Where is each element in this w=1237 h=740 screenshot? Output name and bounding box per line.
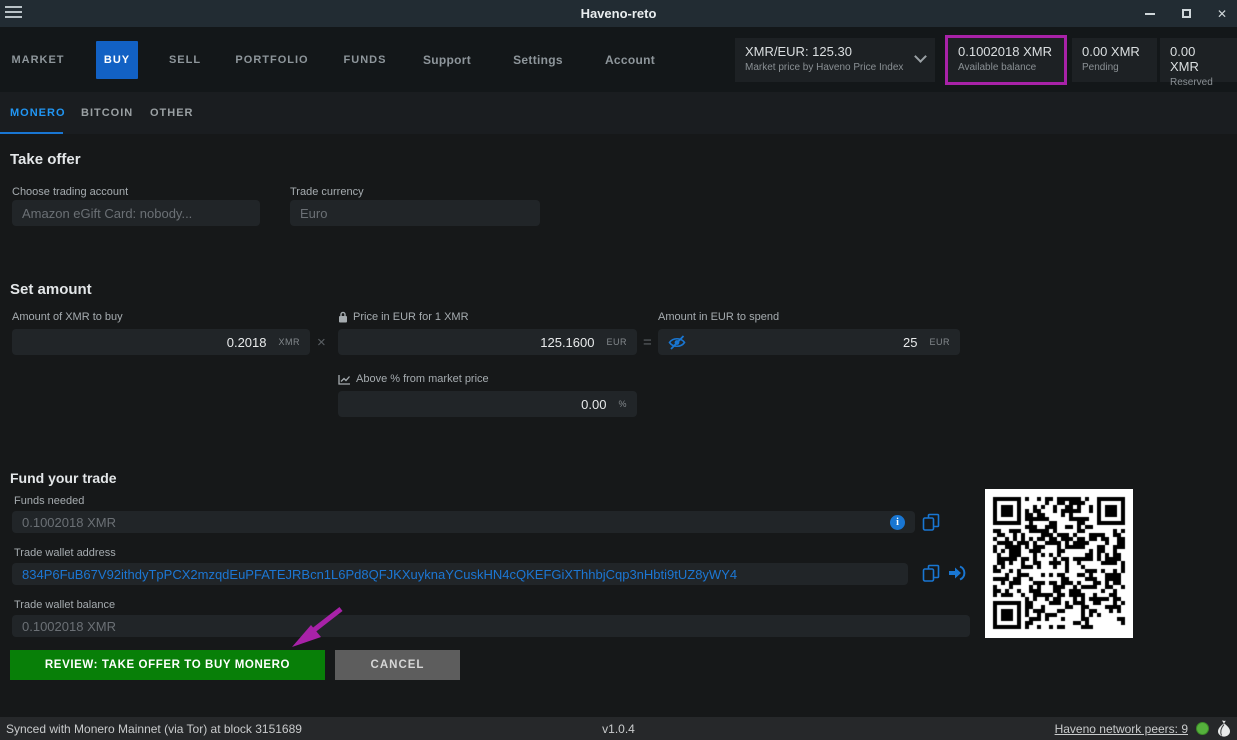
market-price-pair: XMR/EUR: 125.30 <box>745 44 925 59</box>
reserved-balance-box: 0.00 XMR Reserved <box>1160 38 1237 82</box>
spend-label: Amount in EUR to spend <box>658 311 779 323</box>
minimize-icon <box>1145 13 1155 15</box>
trade-currency-select[interactable]: Euro <box>290 200 540 226</box>
trading-account-select[interactable]: Amazon eGift Card: nobody... <box>12 200 260 226</box>
price-value: 125.1600 <box>540 335 594 350</box>
peer-status-icon <box>1196 722 1209 735</box>
onion-icon <box>1217 720 1231 737</box>
tab-monero[interactable]: MONERO <box>10 92 66 134</box>
annotation-arrow-icon <box>284 602 348 654</box>
active-tab-underline <box>0 132 63 134</box>
reserved-balance-value: 0.00 XMR <box>1170 44 1227 74</box>
deviation-label: Above % from market price <box>338 373 489 385</box>
title-bar: Haveno-reto ✕ <box>0 0 1237 27</box>
app-version: v1.0.4 <box>0 722 1237 736</box>
available-balance-highlight: 0.1002018 XMR Available balance <box>945 35 1067 85</box>
wallet-address-field: 834P6FuB67V92ithdyTpPCX2mzqdEuPFATEJRBcn… <box>12 563 908 585</box>
spend-input[interactable]: 25 EUR <box>658 329 960 355</box>
nav-item-account[interactable]: Account <box>603 27 657 92</box>
network-status-group: Haveno network peers: 9 <box>1055 720 1231 737</box>
wallet-balance-field: 0.1002018 XMR <box>12 615 970 637</box>
window-title: Haveno-reto <box>0 0 1237 27</box>
qr-code <box>985 489 1133 638</box>
window-controls: ✕ <box>1143 0 1229 27</box>
funds-needed-field: 0.1002018 XMR i <box>12 511 915 533</box>
set-amount-heading: Set amount <box>10 281 92 298</box>
status-bar: Synced with Monero Mainnet (via Tor) at … <box>0 717 1237 740</box>
wallet-balance-value: 0.1002018 XMR <box>22 619 116 634</box>
cancel-button[interactable]: CANCEL <box>335 650 460 680</box>
nav-item-support[interactable]: Support <box>420 27 474 92</box>
lock-icon <box>338 311 348 323</box>
nav-item-settings[interactable]: Settings <box>510 27 566 92</box>
pending-balance-label: Pending <box>1082 62 1147 73</box>
nav-item-funds[interactable]: FUNDS <box>340 27 390 92</box>
funds-needed-value: 0.1002018 XMR <box>22 515 116 530</box>
wallet-balance-label: Trade wallet balance <box>14 599 115 611</box>
market-price-source: Market price by Haveno Price Index <box>745 62 925 73</box>
deviation-suffix: % <box>618 399 627 409</box>
available-balance-value: 0.1002018 XMR <box>958 44 1054 59</box>
info-icon[interactable]: i <box>890 515 905 530</box>
trade-currency-value: Euro <box>300 206 327 221</box>
amount-input[interactable]: 0.2018 XMR <box>12 329 310 355</box>
amount-value: 0.2018 <box>227 335 267 350</box>
deviation-value: 0.00 <box>581 397 606 412</box>
deviation-input[interactable]: 0.00 % <box>338 391 637 417</box>
currency-tabs: MONERO BITCOIN OTHER <box>0 92 1237 134</box>
maximize-icon <box>1182 9 1191 18</box>
close-button[interactable]: ✕ <box>1215 7 1229 21</box>
nav-item-buy[interactable]: BUY <box>96 41 138 79</box>
funds-needed-label: Funds needed <box>14 495 84 507</box>
equals-operator: = <box>643 334 652 351</box>
trend-icon <box>338 374 351 385</box>
trading-account-label: Choose trading account <box>12 186 128 198</box>
spend-suffix: EUR <box>929 337 950 347</box>
wallet-address-label: Trade wallet address <box>14 547 116 559</box>
available-balance-box: 0.1002018 XMR Available balance <box>948 38 1064 82</box>
amount-label: Amount of XMR to buy <box>12 311 123 323</box>
maximize-button[interactable] <box>1179 7 1193 21</box>
tab-bitcoin[interactable]: BITCOIN <box>81 92 133 134</box>
fund-trade-heading: Fund your trade <box>10 470 117 486</box>
available-balance-label: Available balance <box>958 62 1054 73</box>
wallet-address-value: 834P6FuB67V92ithdyTpPCX2mzqdEuPFATEJRBcn… <box>22 567 737 582</box>
price-input[interactable]: 125.1600 EUR <box>338 329 637 355</box>
eye-slash-icon[interactable] <box>668 335 687 350</box>
nav-item-portfolio[interactable]: PORTFOLIO <box>239 27 305 92</box>
copy-funds-icon[interactable] <box>922 513 941 532</box>
spend-value: 25 <box>903 335 917 350</box>
pending-balance-box: 0.00 XMR Pending <box>1072 38 1157 82</box>
multiply-operator: × <box>317 334 326 351</box>
pending-balance-value: 0.00 XMR <box>1082 44 1147 59</box>
deposit-icon[interactable] <box>948 565 966 581</box>
review-take-offer-button[interactable]: REVIEW: TAKE OFFER TO BUY MONERO <box>10 650 325 680</box>
main-nav: MARKET BUY SELL PORTFOLIO FUNDS Support … <box>0 27 1237 92</box>
trade-currency-label: Trade currency <box>290 186 364 198</box>
haveno-app-window: Haveno-reto ✕ MARKET BUY SELL PORTFOLIO … <box>0 0 1237 740</box>
amount-suffix: XMR <box>279 337 301 347</box>
network-peers-link[interactable]: Haveno network peers: 9 <box>1055 722 1188 736</box>
price-suffix: EUR <box>606 337 627 347</box>
minimize-button[interactable] <box>1143 7 1157 21</box>
market-price-selector[interactable]: XMR/EUR: 125.30 Market price by Haveno P… <box>735 38 935 82</box>
trading-account-value: Amazon eGift Card: nobody... <box>22 206 192 221</box>
nav-item-market[interactable]: MARKET <box>10 27 66 92</box>
copy-address-icon[interactable] <box>922 564 941 583</box>
price-label: Price in EUR for 1 XMR <box>338 311 469 323</box>
tab-other[interactable]: OTHER <box>150 92 194 134</box>
nav-item-sell[interactable]: SELL <box>163 27 207 92</box>
take-offer-heading: Take offer <box>10 151 81 168</box>
reserved-balance-label: Reserved <box>1170 77 1227 88</box>
